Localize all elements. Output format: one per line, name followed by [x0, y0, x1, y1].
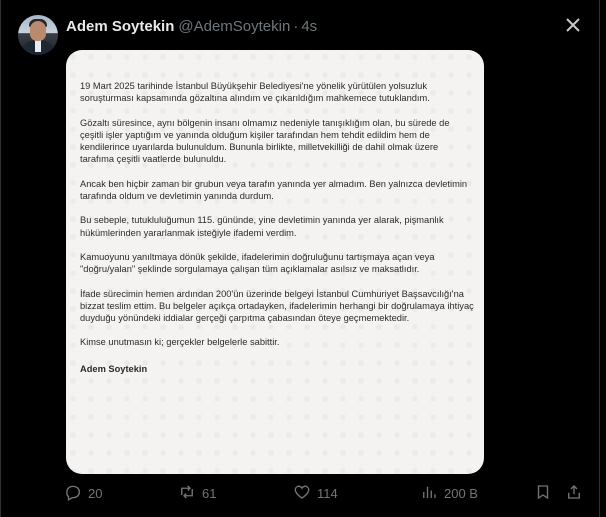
statement-image[interactable]: 19 Mart 2025 tarihinde İstanbul Büyükşeh…: [66, 50, 484, 474]
share-icon: [565, 483, 583, 504]
statement-paragraph: Ancak ben hiçbir zaman bir grubun veya t…: [80, 178, 468, 202]
right-divider: [599, 0, 600, 517]
header-separator: ·: [293, 18, 299, 35]
statement-paragraph: 19 Mart 2025 tarihinde İstanbul Büyükşeh…: [80, 81, 430, 104]
like-button[interactable]: 114: [293, 483, 338, 503]
post-header: Adem Soytekin @AdemSoytekin · 4s: [66, 17, 317, 37]
post-time[interactable]: 4s: [301, 18, 317, 35]
views-icon: [420, 483, 438, 504]
left-divider: [0, 0, 1, 517]
statement-paragraph: Gözaltı süresince, aynı bölgenin insanı …: [80, 117, 450, 165]
statement-paragraph: İfade sürecimin hemen ardından 200'ün üz…: [80, 288, 474, 324]
statement-text: 19 Mart 2025 tarihinde İstanbul Büyükşeh…: [80, 80, 474, 387]
reply-icon: [64, 483, 82, 504]
statement-paragraph: Bu sebeple, tutukluluğumun 115. gününde,…: [80, 215, 444, 238]
bookmark-icon: [534, 483, 552, 504]
close-icon[interactable]: [562, 16, 584, 38]
statement-signature: Adem Soytekin: [80, 363, 148, 374]
heart-icon: [293, 483, 311, 504]
author-handle[interactable]: @AdemSoytekin: [178, 18, 290, 35]
bookmark-button[interactable]: [534, 483, 552, 503]
avatar[interactable]: [18, 15, 58, 55]
like-count: 114: [317, 485, 338, 501]
statement-paragraph: Kimse unutmasın ki; gerçekler belgelerle…: [80, 337, 280, 348]
statement-paragraph: Kamuoyunu yanıltmaya dönük şekilde, ifad…: [80, 251, 435, 275]
action-bar: 20 61 114 200 B: [64, 483, 584, 503]
views-count: 200 B: [444, 485, 478, 501]
author-name[interactable]: Adem Soytekin: [66, 18, 174, 35]
repost-button[interactable]: 61: [178, 483, 216, 503]
views-button[interactable]: 200 B: [420, 483, 478, 503]
reply-button[interactable]: 20: [64, 483, 102, 503]
share-button[interactable]: [565, 483, 583, 503]
reply-count: 20: [88, 485, 103, 501]
tweet-container: Adem Soytekin @AdemSoytekin · 4s 19 Mart 20…: [0, 0, 606, 517]
repost-icon: [178, 483, 196, 504]
repost-count: 61: [202, 485, 217, 501]
